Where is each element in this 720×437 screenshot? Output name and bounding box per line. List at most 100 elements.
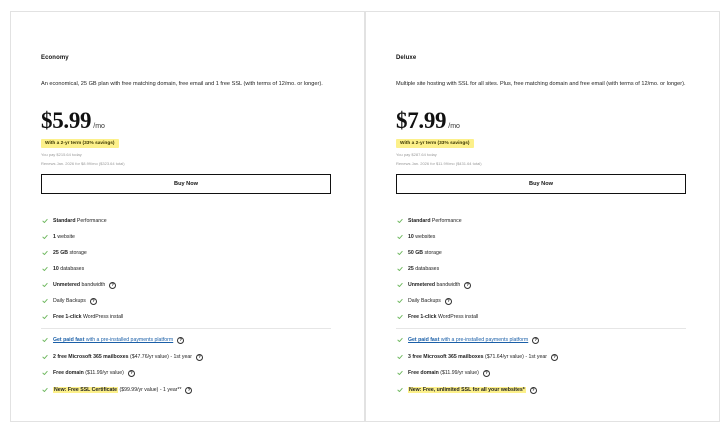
feature-text: Standard Performance bbox=[53, 218, 107, 224]
feature-rest: databases bbox=[413, 266, 440, 272]
extra-feature-item: Get paid fast with a pre-installed payme… bbox=[396, 336, 540, 344]
feature-text: 25 databases bbox=[408, 266, 439, 272]
feature-bold: Free 1-click bbox=[408, 314, 437, 320]
extra-bold: Get paid fast bbox=[408, 337, 440, 343]
extra-feature-item: 3 free Microsoft 365 mailboxes ($71.64/y… bbox=[396, 353, 558, 361]
extra-rest: with a pre-installed payments platform bbox=[84, 337, 174, 343]
feature-item: 50 GB storage bbox=[396, 249, 442, 257]
check-icon bbox=[41, 369, 49, 377]
feature-item: 1 website bbox=[41, 233, 75, 241]
buy-now-button[interactable]: Buy Now bbox=[41, 174, 331, 194]
feature-item: Daily Backups? bbox=[41, 297, 97, 305]
renewal-note: Renews Jan. 2026 for $8.99/mo ($323.64 t… bbox=[41, 161, 125, 166]
feature-item: Free 1-click WordPress install bbox=[41, 313, 123, 321]
feature-text: Free 1-click WordPress install bbox=[53, 314, 123, 320]
pay-today-note: You pay $215.64 today bbox=[41, 152, 82, 157]
feature-text: Unmetered bandwidth bbox=[408, 282, 460, 288]
feature-rest: databases bbox=[58, 266, 85, 272]
check-icon bbox=[396, 386, 404, 394]
extra-feature-text: 2 free Microsoft 365 mailboxes ($47.76/y… bbox=[53, 354, 192, 360]
help-icon[interactable]: ? bbox=[529, 386, 537, 394]
highlight-text: New: Free, unlimited SSL for all your we… bbox=[408, 387, 526, 393]
price-row: $7.99/mo bbox=[396, 108, 460, 134]
extra-bold: New: Free, unlimited SSL for all your we… bbox=[409, 387, 525, 393]
help-icon[interactable]: ? bbox=[185, 386, 193, 394]
check-icon bbox=[396, 265, 404, 273]
renewal-note: Renews Jan. 2026 for $11.99/mo ($431.64 … bbox=[396, 161, 482, 166]
highlight-text: New: Free SSL Certificate bbox=[53, 387, 119, 393]
help-icon[interactable]: ? bbox=[109, 281, 117, 289]
feature-rest: websites bbox=[413, 234, 436, 240]
feature-text: Standard Performance bbox=[408, 218, 462, 224]
feature-text: 10 databases bbox=[53, 266, 84, 272]
extra-feature-item: Free domain ($11.99/yr value)? bbox=[396, 369, 490, 377]
check-icon bbox=[396, 249, 404, 257]
help-icon[interactable]: ? bbox=[532, 336, 540, 344]
feature-rest: storage bbox=[68, 250, 87, 256]
feature-item: 25 databases bbox=[396, 265, 439, 273]
extra-feature-text: Get paid fast with a pre-installed payme… bbox=[53, 337, 173, 343]
price-period: /mo bbox=[93, 123, 105, 130]
help-icon[interactable]: ? bbox=[195, 353, 203, 361]
feature-text: 50 GB storage bbox=[408, 250, 442, 256]
extra-rest: ($11.99/yr value) bbox=[83, 370, 124, 376]
price-period: /mo bbox=[448, 123, 460, 130]
check-icon bbox=[396, 369, 404, 377]
feature-item: Daily Backups? bbox=[396, 297, 452, 305]
plan-name: Deluxe bbox=[396, 55, 417, 61]
feature-text: 25 GB storage bbox=[53, 250, 87, 256]
feature-rest: bandwidth bbox=[435, 282, 461, 288]
check-icon bbox=[41, 313, 49, 321]
feature-bold: Unmetered bbox=[408, 282, 436, 288]
check-icon bbox=[41, 265, 49, 273]
plan-description: An economical, 25 GB plan with free matc… bbox=[41, 81, 323, 87]
help-icon[interactable]: ? bbox=[482, 369, 490, 377]
help-icon[interactable]: ? bbox=[550, 353, 558, 361]
buy-now-button[interactable]: Buy Now bbox=[396, 174, 686, 194]
check-icon bbox=[41, 386, 49, 394]
feature-bold: 50 GB bbox=[408, 250, 423, 256]
extra-bold: 2 free Microsoft 365 mailboxes bbox=[53, 354, 129, 360]
extra-rest: ($47.76/yr value) - 1st year bbox=[128, 354, 192, 360]
payments-link[interactable]: Get paid fast with a pre-installed payme… bbox=[53, 337, 173, 343]
divider bbox=[41, 328, 331, 329]
check-icon bbox=[41, 249, 49, 257]
feature-item: 25 GB storage bbox=[41, 249, 87, 257]
extra-bold: 3 free Microsoft 365 mailboxes bbox=[408, 354, 484, 360]
help-icon[interactable]: ? bbox=[444, 297, 452, 305]
check-icon bbox=[41, 353, 49, 361]
feature-item: Unmetered bandwidth? bbox=[41, 281, 117, 289]
feature-item: 10 websites bbox=[396, 233, 435, 241]
check-icon bbox=[41, 297, 49, 305]
check-icon bbox=[396, 281, 404, 289]
feature-rest: website bbox=[55, 234, 75, 240]
help-icon[interactable]: ? bbox=[127, 369, 135, 377]
feature-text: Unmetered bandwidth bbox=[53, 282, 105, 288]
savings-badge: With a 2-yr term (33% savings) bbox=[396, 139, 474, 148]
feature-text: Daily Backups bbox=[53, 298, 86, 304]
payments-link[interactable]: Get paid fast with a pre-installed payme… bbox=[408, 337, 528, 343]
feature-rest: bandwidth bbox=[80, 282, 106, 288]
pricing-page: Economy An economical, 25 GB plan with fr… bbox=[0, 0, 720, 437]
extra-rest: ($99.99/yr value) - 1 year** bbox=[118, 387, 182, 393]
check-icon bbox=[396, 233, 404, 241]
feature-rest: Daily Backups bbox=[53, 298, 86, 304]
divider bbox=[396, 328, 686, 329]
price-row: $5.99/mo bbox=[41, 108, 105, 134]
feature-bold: Free 1-click bbox=[53, 314, 82, 320]
feature-rest: WordPress install bbox=[81, 314, 124, 320]
extra-feature-item: 2 free Microsoft 365 mailboxes ($47.76/y… bbox=[41, 353, 203, 361]
extra-feature-text: Free domain ($11.99/yr value) bbox=[408, 370, 479, 376]
help-icon[interactable]: ? bbox=[89, 297, 97, 305]
help-icon[interactable]: ? bbox=[177, 336, 185, 344]
extra-rest: with a pre-installed payments platform bbox=[439, 337, 529, 343]
help-icon[interactable]: ? bbox=[464, 281, 472, 289]
plan-description: Multiple site hosting with SSL for all s… bbox=[396, 81, 686, 87]
check-icon bbox=[396, 217, 404, 225]
check-icon bbox=[396, 336, 404, 344]
feature-bold: Standard bbox=[53, 218, 76, 224]
check-icon bbox=[396, 353, 404, 361]
feature-rest: WordPress install bbox=[436, 314, 479, 320]
plan-card-economy: Economy An economical, 25 GB plan with fr… bbox=[10, 11, 365, 422]
feature-text: 10 websites bbox=[408, 234, 435, 240]
